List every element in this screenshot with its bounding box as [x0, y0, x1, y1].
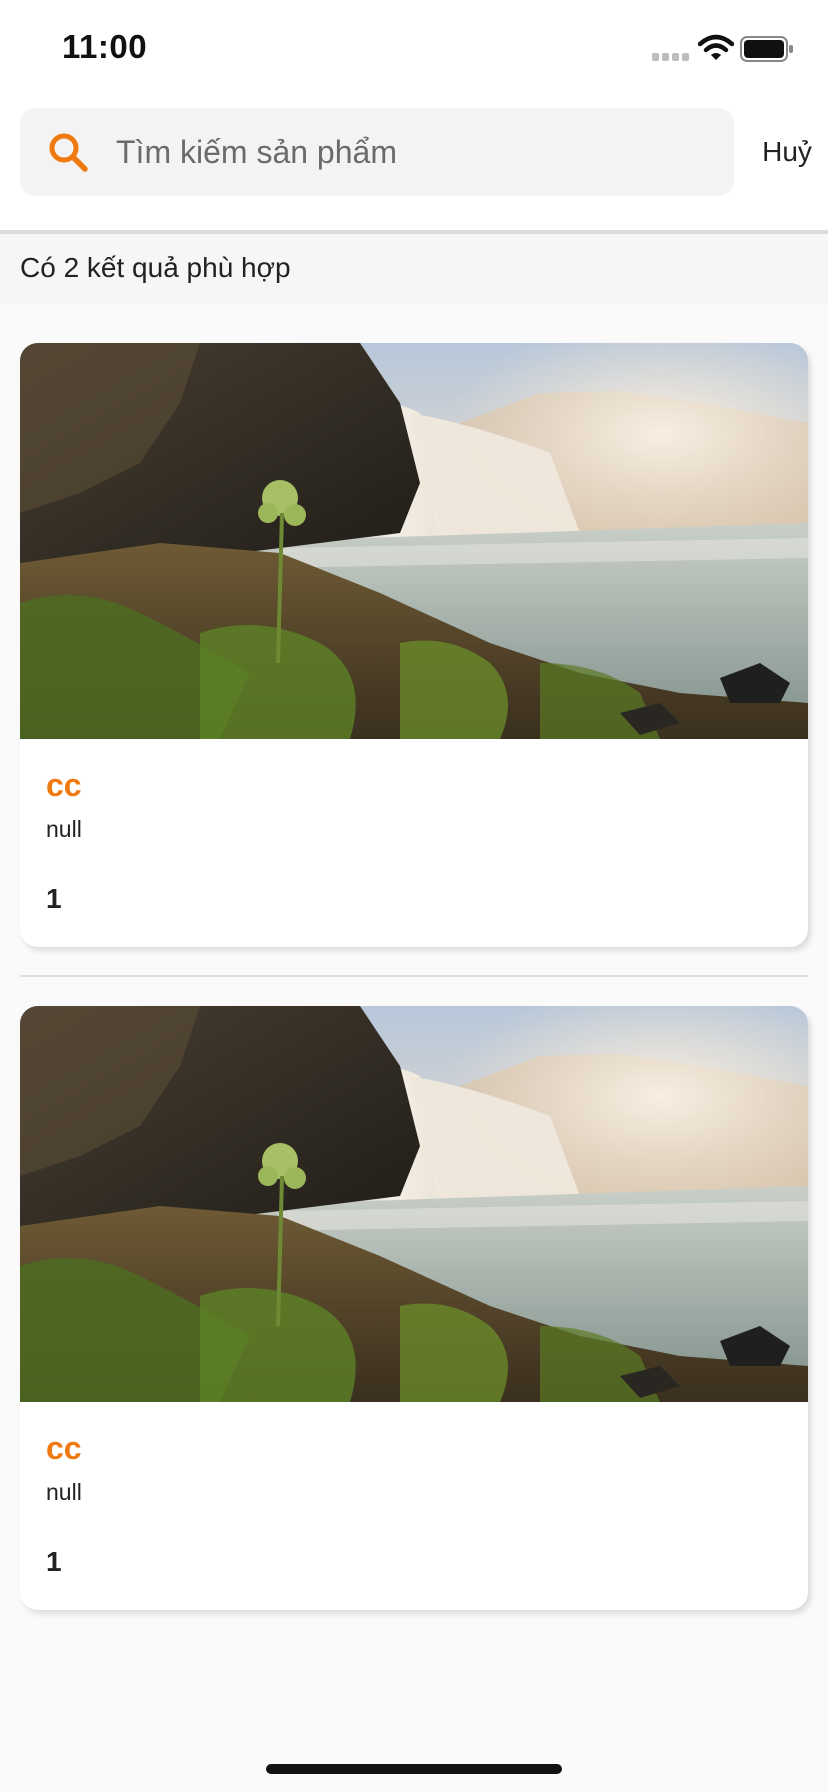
product-image	[20, 1006, 808, 1402]
search-header: Huỷ	[0, 100, 828, 230]
product-price: 1	[46, 1546, 62, 1577]
product-card[interactable]: cc null 1	[20, 343, 808, 947]
product-card[interactable]: cc null 1	[20, 1006, 808, 1610]
product-image	[20, 343, 808, 739]
product-title: cc	[46, 1430, 82, 1466]
search-input[interactable]	[116, 108, 716, 196]
cellular-signal-icon	[652, 53, 689, 61]
list-divider	[20, 975, 808, 977]
battery-icon	[740, 36, 793, 62]
product-description: null	[46, 1479, 82, 1505]
product-description: null	[46, 816, 82, 842]
home-indicator[interactable]	[266, 1764, 562, 1774]
wifi-icon	[698, 34, 734, 60]
status-bar: 11:00	[0, 0, 828, 100]
search-icon	[49, 133, 88, 172]
result-summary-bar: Có 2 kết quả phù hợp	[0, 234, 828, 304]
search-box[interactable]	[20, 108, 734, 196]
cancel-button[interactable]: Huỷ	[748, 108, 826, 196]
status-time: 11:00	[62, 28, 148, 65]
product-price: 1	[46, 883, 62, 914]
product-title: cc	[46, 767, 82, 803]
result-count-text: Có 2 kết quả phù hợp	[20, 252, 291, 283]
